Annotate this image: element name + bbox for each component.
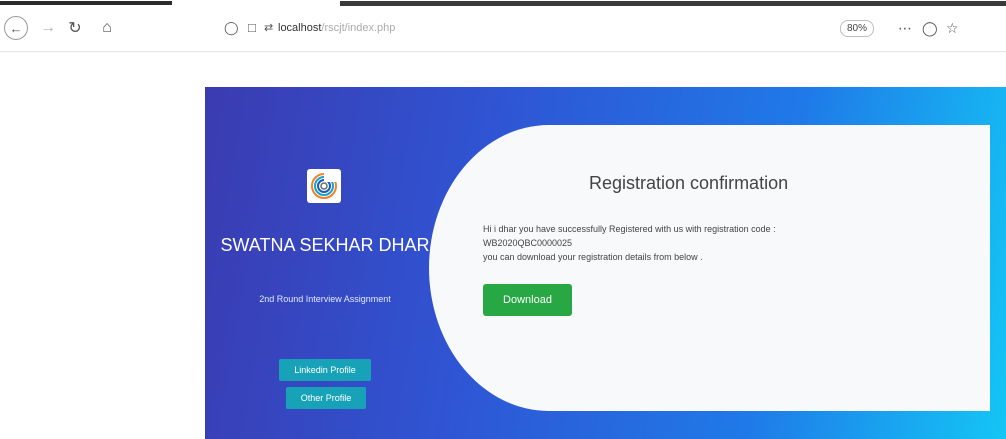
profile-subtitle: 2nd Round Interview Assignment (259, 294, 391, 304)
tab-strip-segment (0, 1, 172, 5)
more-actions-icon[interactable]: ⋯ (898, 20, 913, 37)
url-text[interactable]: localhost/rscjt/index.php (278, 22, 395, 34)
browser-toolbar: ← → ↻ ⌂ ◯ □ ⇄ localhost/rscjt/index.php … (0, 6, 1006, 52)
download-button[interactable]: Download (483, 284, 572, 316)
url-host: localhost (278, 22, 322, 34)
page-title: Registration confirmation (589, 173, 789, 193)
logo-icon (307, 169, 341, 203)
pocket-icon[interactable]: ◯ (922, 20, 938, 37)
linkedin-profile-button[interactable]: Linkedin Profile (279, 359, 371, 381)
confirmation-message: Hi i dhar you have successfully Register… (483, 222, 903, 264)
home-icon[interactable]: ⌂ (96, 17, 118, 39)
permissions-icon[interactable]: ⇄ (264, 21, 273, 34)
registration-code: WB2020QBC0000025 (483, 238, 573, 248)
reload-icon[interactable]: ↻ (64, 17, 86, 39)
hero-section: SWATNA SEKHAR DHAR 2nd Round Interview A… (205, 87, 1006, 439)
address-bar[interactable]: ◯ □ ⇄ localhost/rscjt/index.php 80% (210, 14, 890, 44)
page-icon[interactable]: □ (248, 20, 256, 35)
forward-arrow-icon[interactable]: → (37, 17, 59, 39)
back-arrow-icon[interactable]: ← (4, 16, 28, 40)
zoom-level-badge[interactable]: 80% (840, 20, 875, 37)
confirmation-card: Registration confirmation Hi i dhar you … (429, 125, 990, 411)
confirmation-line: you can download your registration detai… (483, 252, 703, 262)
shield-icon[interactable]: ◯ (224, 20, 239, 36)
star-icon[interactable]: ☆ (946, 20, 959, 37)
url-path: /rscjt/index.php (321, 22, 396, 34)
other-profile-button[interactable]: Other Profile (286, 387, 366, 409)
confirmation-line: Hi i dhar you have successfully Register… (483, 224, 776, 234)
profile-name: SWATNA SEKHAR DHAR (220, 235, 430, 255)
profile-panel: SWATNA SEKHAR DHAR 2nd Round Interview A… (205, 87, 430, 439)
